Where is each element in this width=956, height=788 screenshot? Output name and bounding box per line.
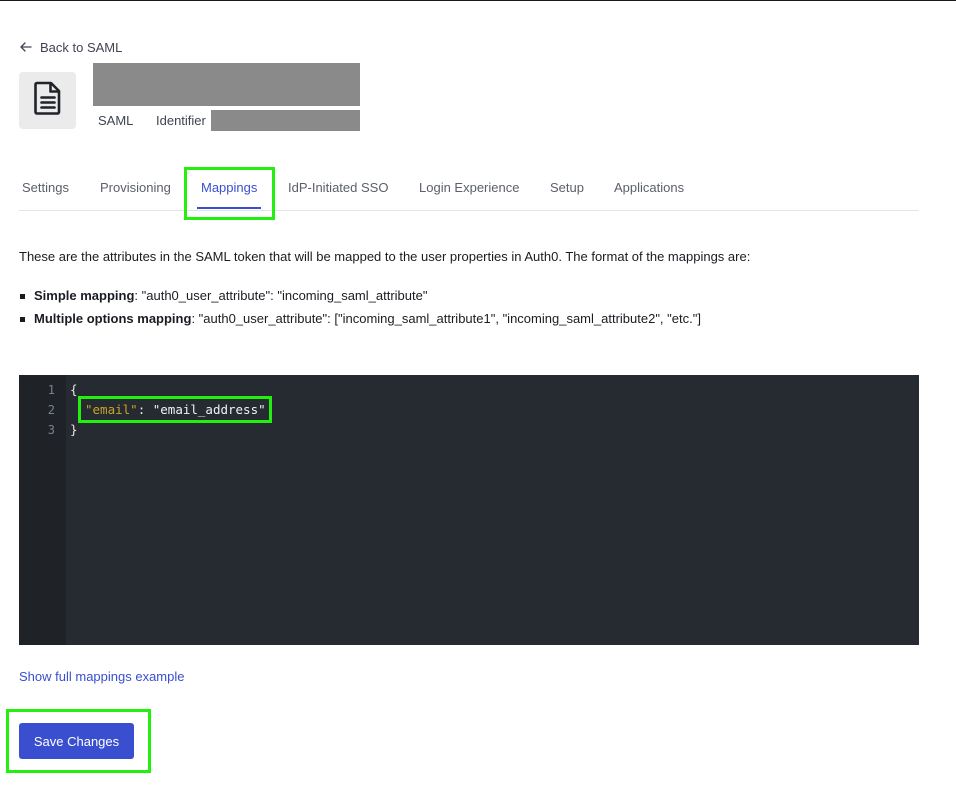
code-line-3: } (70, 422, 78, 437)
back-link-label: Back to SAML (40, 39, 123, 55)
code-line-1: { (70, 382, 78, 397)
connection-avatar (19, 72, 76, 129)
json-value: "email_address" (152, 402, 266, 417)
list-item: Simple mapping: "auth0_user_attribute": … (19, 288, 701, 311)
tab-applications[interactable]: Applications (614, 168, 684, 210)
back-to-saml-link[interactable]: Back to SAML (20, 38, 122, 56)
document-icon (33, 81, 63, 120)
top-border (0, 0, 956, 1)
mapping-formats-list: Simple mapping: "auth0_user_attribute": … (19, 288, 701, 334)
tab-setup[interactable]: Setup (550, 168, 584, 210)
tab-bar: Settings Provisioning Mappings IdP-Initi… (19, 168, 919, 211)
show-full-mappings-link[interactable]: Show full mappings example (19, 669, 184, 684)
save-changes-button[interactable]: Save Changes (19, 723, 134, 759)
tab-mappings[interactable]: Mappings (196, 168, 262, 210)
arrow-left-icon (20, 42, 32, 52)
line-number: 2 (47, 403, 55, 417)
tab-login-experience[interactable]: Login Experience (419, 168, 519, 210)
identifier-label: Identifier (156, 113, 206, 128)
tab-provisioning[interactable]: Provisioning (100, 168, 171, 210)
code-line-2: "email": "email_address" (85, 402, 266, 417)
tab-settings[interactable]: Settings (22, 168, 69, 210)
line-number: 3 (47, 423, 55, 437)
tab-idp-initiated-sso[interactable]: IdP-Initiated SSO (288, 168, 388, 210)
format-title: Multiple options mapping (34, 311, 192, 326)
mappings-code-editor[interactable]: 1 2 3 { "email": "email_address" } (19, 375, 919, 645)
mappings-description: These are the attributes in the SAML tok… (19, 249, 751, 264)
json-separator: : (137, 402, 153, 417)
identifier-value-redacted (211, 110, 360, 131)
list-item: Multiple options mapping: "auth0_user_at… (19, 311, 701, 334)
json-key: "email" (85, 402, 138, 417)
connection-type: SAML (98, 113, 134, 128)
format-example: : "auth0_user_attribute": ["incoming_sam… (191, 311, 701, 326)
format-title: Simple mapping (34, 288, 135, 303)
line-number: 1 (47, 383, 55, 397)
editor-gutter: 1 2 3 (19, 375, 66, 645)
connection-name-redacted (93, 63, 360, 106)
format-example: : "auth0_user_attribute": "incoming_saml… (134, 288, 428, 303)
